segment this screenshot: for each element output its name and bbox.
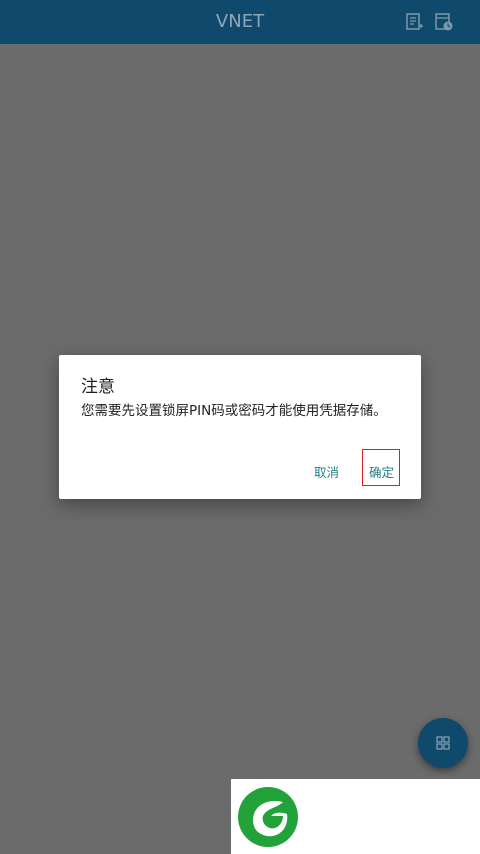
- watermark: [231, 779, 480, 854]
- app-bar: VNET: [0, 0, 480, 44]
- floating-action-button[interactable]: [418, 718, 468, 768]
- confirm-highlight-box: [362, 449, 400, 486]
- cancel-button[interactable]: 取消: [314, 463, 339, 483]
- calendar-clock-icon[interactable]: [434, 12, 454, 32]
- note-add-icon[interactable]: [404, 12, 424, 32]
- dialog-title: 注意: [81, 377, 115, 397]
- green-leaf-logo-icon: [238, 787, 298, 847]
- dialog-message: 您需要先设置锁屏PIN码或密码才能使用凭据存储。: [81, 403, 387, 419]
- grid-icon: [436, 736, 450, 750]
